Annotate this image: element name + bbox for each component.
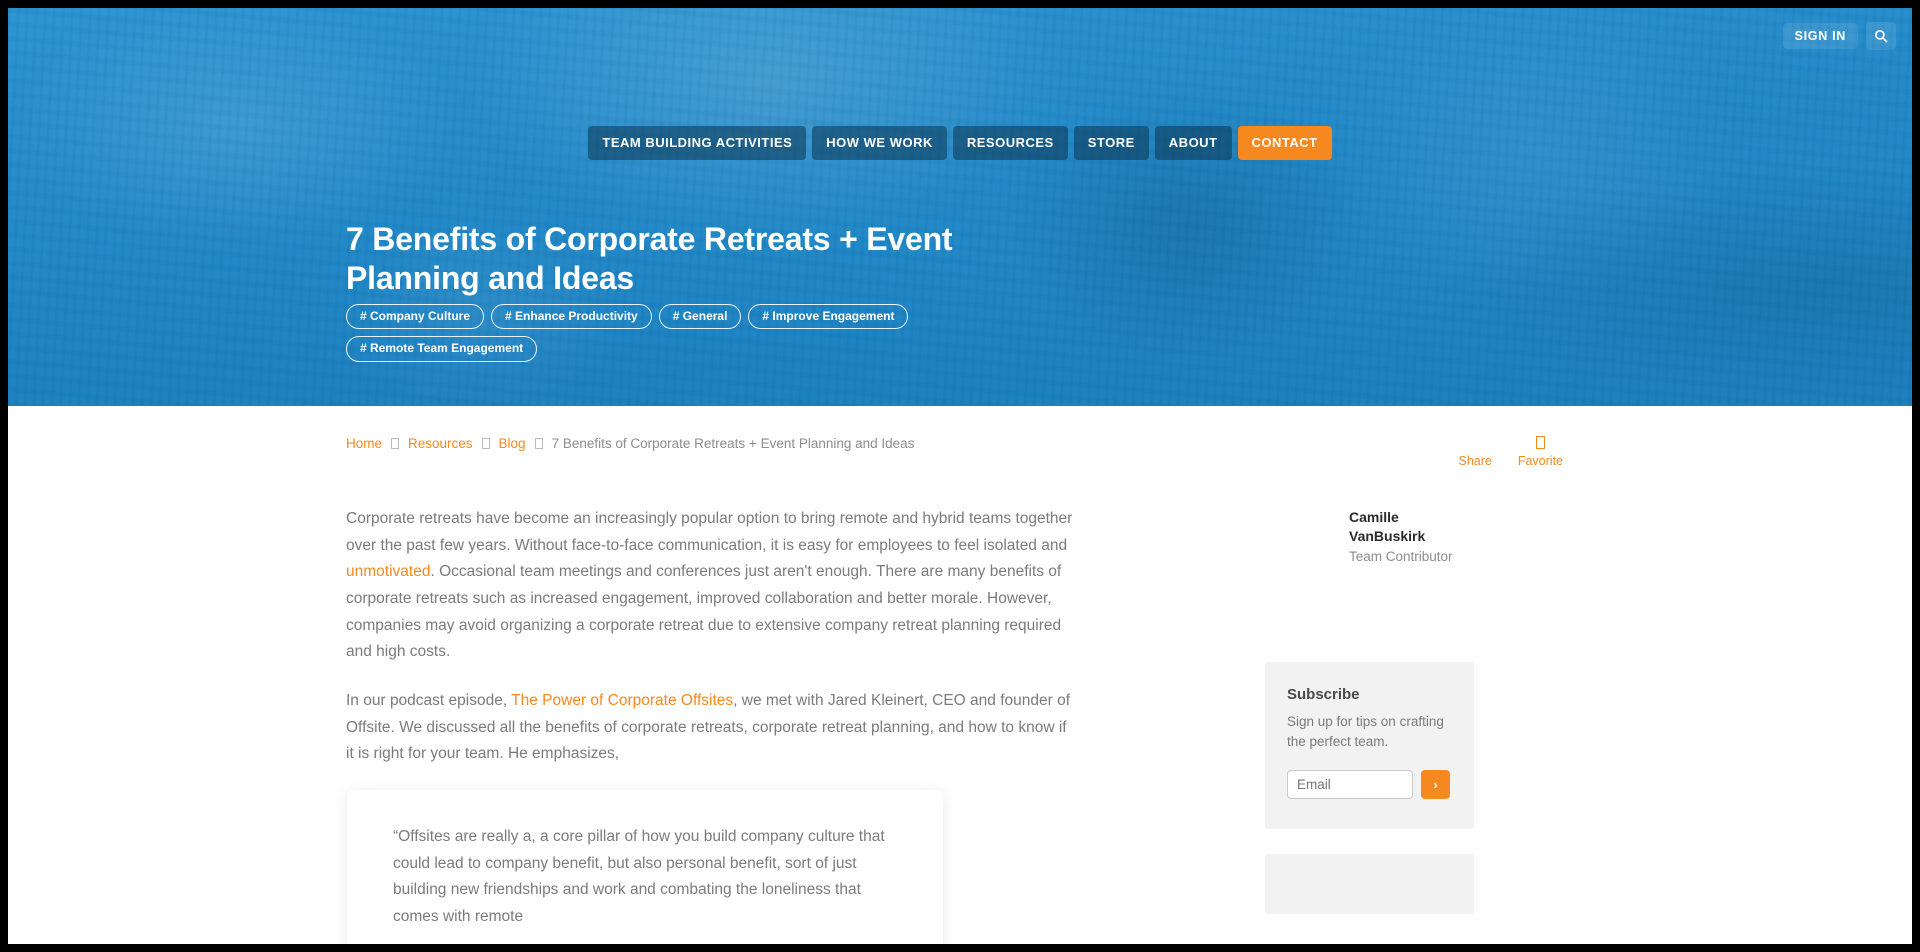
paragraph-1-text-a: Corporate retreats have become an increa… [346,510,1073,554]
nav-item-contact[interactable]: CONTACT [1237,126,1332,160]
browser-viewport: SIGN IN TEAM BUILDING ACTIVITIES HOW WE … [8,8,1912,944]
content-container: Home Resources Blog 7 Benefits of Corpor… [345,406,1575,944]
breadcrumb-link-home[interactable]: Home [346,436,382,451]
article-main-column: Corporate retreats have become an increa… [345,506,1075,944]
nav-item-team-building-activities[interactable]: TEAM BUILDING ACTIVITIES [588,126,807,160]
author-block: Camille VanBuskirk Team Contributor [1265,506,1575,564]
page-title: 7 Benefits of Corporate Retreats + Event… [346,221,953,297]
email-input[interactable] [1287,770,1413,800]
article-page: Home Resources Blog 7 Benefits of Corpor… [8,406,1912,944]
subscribe-submit-button[interactable]: › [1421,770,1450,800]
subscribe-title: Subscribe [1287,686,1360,704]
favorite-button[interactable]: Favorite [1518,436,1563,468]
main-navigation: TEAM BUILDING ACTIVITIES HOW WE WORK RES… [8,126,1912,160]
hero-banner: SIGN IN TEAM BUILDING ACTIVITIES HOW WE … [8,8,1912,406]
link-power-of-corporate-offsites[interactable]: The Power of Corporate Offsites [511,692,733,709]
article-sidebar: Camille VanBuskirk Team Contributor Subs… [1265,506,1575,944]
favorite-label: Favorite [1517,454,1563,468]
nav-item-resources[interactable]: RESOURCES [952,126,1068,160]
tag-company-culture[interactable]: # Company Culture [346,304,485,330]
article-paragraph-2: In our podcast episode, The Power of Cor… [346,688,1075,768]
breadcrumb-row: Home Resources Blog 7 Benefits of Corpor… [345,406,1575,468]
search-button[interactable] [1866,22,1896,50]
share-button[interactable]: Share [1458,436,1491,468]
breadcrumb-separator-icon [481,438,490,449]
breadcrumb-link-blog[interactable]: Blog [499,436,526,451]
tag-general[interactable]: # General [658,304,742,330]
breadcrumb: Home Resources Blog 7 Benefits of Corpor… [345,436,914,451]
nav-item-about[interactable]: ABOUT [1154,126,1232,160]
subscribe-form: › [1287,770,1452,800]
share-label: Share [1458,454,1492,468]
nav-item-how-we-work[interactable]: HOW WE WORK [812,126,947,160]
hero-tag-list: # Company Culture # Enhance Productivity… [346,304,946,362]
article-paragraph-1: Corporate retreats have become an increa… [346,506,1075,666]
paragraph-2-text-a: In our podcast episode, [346,691,512,709]
breadcrumb-current: 7 Benefits of Corporate Retreats + Event… [551,436,915,451]
share-icon [1471,436,1480,449]
favorite-heart-icon [1535,436,1545,449]
author-name: Camille VanBuskirk [1349,509,1426,544]
top-utility-bar: SIGN IN [1782,22,1896,50]
link-unmotivated[interactable]: unmotivated [346,563,430,580]
breadcrumb-separator-icon [391,438,400,449]
article-actions: Share Favorite [1458,436,1575,468]
search-icon [1874,29,1888,43]
subscribe-description: Sign up for tips on crafting the perfect… [1287,714,1444,749]
subscribe-panel: Subscribe Sign up for tips on crafting t… [1265,662,1474,830]
two-column-layout: Corporate retreats have become an increa… [345,468,1575,944]
nav-item-store[interactable]: STORE [1073,126,1149,160]
tag-enhance-productivity[interactable]: # Enhance Productivity [491,304,652,330]
author-role: Team Contributor [1349,549,1453,565]
sign-in-button[interactable]: SIGN IN [1782,23,1858,49]
pullquote-text: “Offsites are really a, a core pillar of… [393,827,885,925]
hero-content: 7 Benefits of Corporate Retreats + Event… [345,8,1575,406]
pullquote-card: “Offsites are really a, a core pillar of… [347,789,943,944]
breadcrumb-separator-icon [534,438,543,449]
tag-improve-engagement[interactable]: # Improve Engagement [748,304,909,330]
paragraph-1-text-b: . Occasional team meetings and conferenc… [346,563,1062,661]
breadcrumb-link-resources[interactable]: Resources [408,436,473,451]
tag-remote-team-engagement[interactable]: # Remote Team Engagement [346,336,538,362]
sidebar-secondary-panel [1265,854,1474,915]
